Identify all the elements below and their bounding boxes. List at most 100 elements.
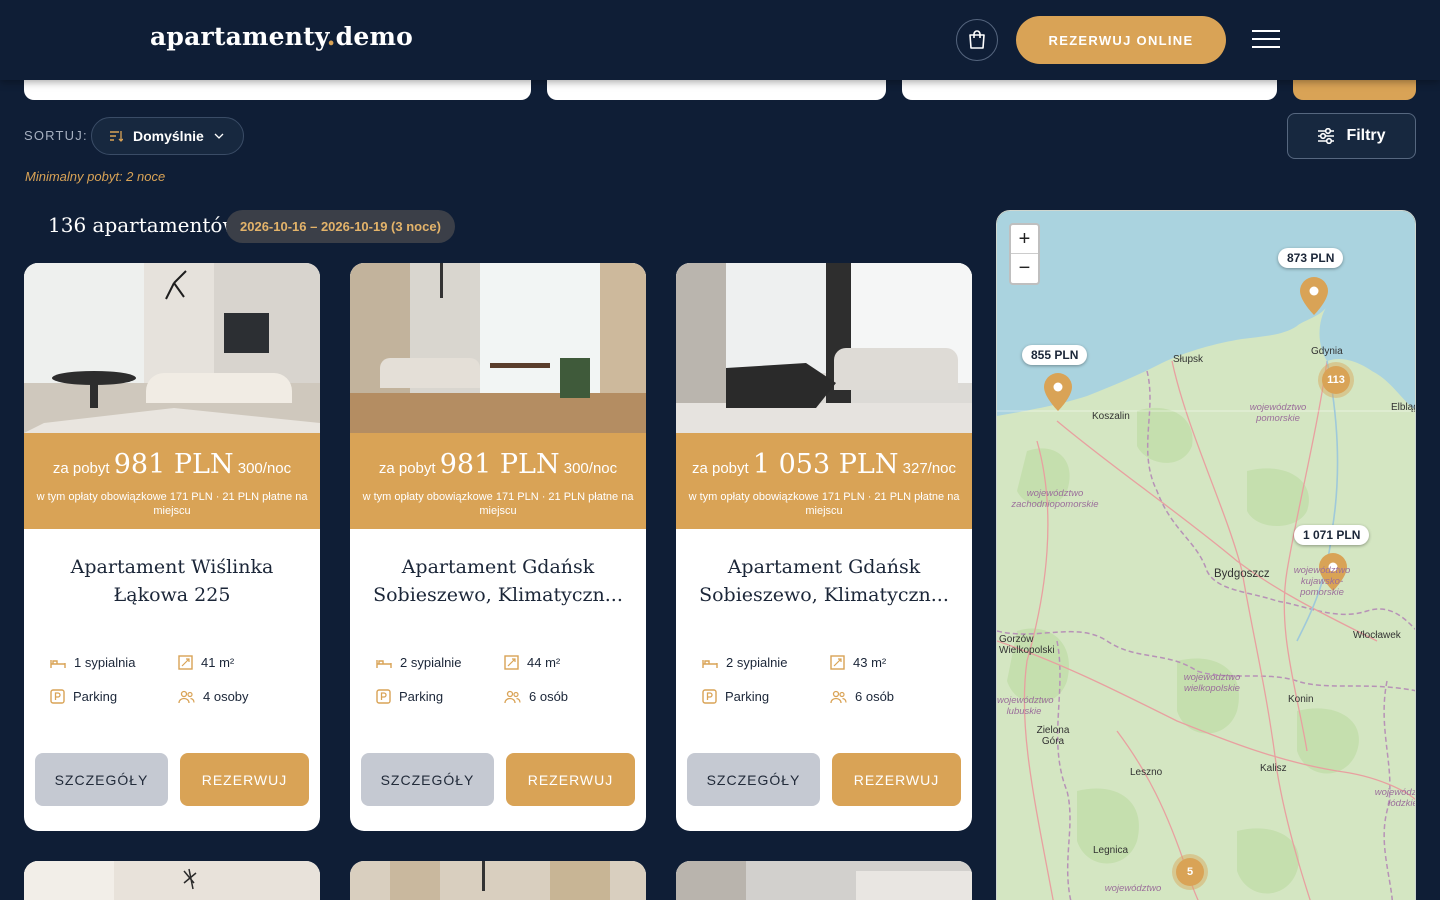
map-place-label: Zielona Góra: [1036, 725, 1070, 747]
sort-label: SORTUJ:: [24, 128, 88, 143]
details-button[interactable]: SZCZEGÓŁY: [361, 753, 494, 806]
site-header: apartamenty.demo REZERWUJ ONLINE: [0, 0, 1440, 80]
book-button[interactable]: REZERWUJ: [506, 753, 635, 806]
map-place-label: Włocławek: [1353, 630, 1401, 641]
parking-icon: [50, 689, 65, 704]
apartment-photo: [24, 263, 320, 433]
apartment-card[interactable]: za pobyt 1 053 PLN 327/noc w tym opłaty o…: [676, 263, 972, 831]
map[interactable]: + − 873 PLN 855 PLN 1 071 PLN 113 5 Słup…: [996, 210, 1416, 900]
feature-bedrooms: 2 sypialnie: [702, 655, 787, 670]
apartment-photo: [350, 263, 646, 433]
book-button[interactable]: REZERWUJ: [832, 753, 961, 806]
feature-area: 44 m²: [504, 655, 560, 670]
apartment-title[interactable]: Apartament Gdańsk Sobieszewo, Klimatyczn.…: [362, 553, 634, 609]
fees-note: w tym opłaty obowiązkowe 171 PLN · 21 PL…: [36, 491, 308, 517]
map-place-label: Kalisz: [1260, 763, 1287, 774]
map-price-pin[interactable]: 855 PLN: [1022, 345, 1088, 365]
feature-parking: Parking: [376, 689, 443, 704]
price-prefix: za pobyt: [691, 460, 749, 477]
guests-icon: [504, 690, 521, 703]
feature-guests: 6 osób: [830, 689, 894, 704]
apartment-card-partial[interactable]: [24, 861, 320, 900]
guests-icon: [178, 690, 195, 703]
total-price: 1 053 PLN: [752, 449, 899, 480]
cart-button[interactable]: [956, 19, 998, 61]
map-region-label: województwo wielkopolskie: [1183, 672, 1241, 694]
price-per-night: 327/noc: [902, 460, 957, 477]
sort-value: Domyślnie: [133, 128, 204, 144]
price-banner: za pobyt 1 053 PLN 327/noc w tym opłaty o…: [676, 433, 972, 529]
map-price-pin[interactable]: 1 071 PLN: [1294, 525, 1370, 545]
apartment-card[interactable]: za pobyt 981 PLN 300/noc w tym opłaty obo…: [24, 263, 320, 831]
details-button[interactable]: SZCZEGÓŁY: [35, 753, 168, 806]
apartment-card[interactable]: za pobyt 981 PLN 300/noc w tym opłaty obo…: [350, 263, 646, 831]
map-place-label: Legnica: [1093, 845, 1129, 856]
feature-guests: 6 osób: [504, 689, 568, 704]
feature-parking: Parking: [702, 689, 769, 704]
parking-icon: [702, 689, 717, 704]
map-place-label: Słupsk: [1173, 354, 1204, 365]
sliders-icon: [1318, 128, 1335, 144]
sort-dropdown[interactable]: Domyślnie: [91, 117, 244, 155]
apartment-photo: [676, 263, 972, 433]
map-region-label: województwo pomorskie: [1249, 402, 1307, 424]
map-place-label: Gdynia: [1311, 346, 1343, 357]
logo[interactable]: apartamenty.demo: [150, 22, 413, 51]
map-price-pin[interactable]: 873 PLN: [1278, 248, 1344, 268]
map-region-label: województwo lubuskie: [997, 695, 1054, 717]
results-count: 136 apartamentów: [48, 213, 240, 237]
price-banner: za pobyt 981 PLN 300/noc w tym opłaty obo…: [24, 433, 320, 529]
bed-icon: [50, 659, 66, 668]
area-icon: [178, 655, 193, 670]
book-online-button[interactable]: REZERWUJ ONLINE: [1016, 16, 1226, 64]
map-zoom-control: + −: [1009, 223, 1040, 285]
map-place-label: Konin: [1288, 694, 1314, 705]
cart-icon: [969, 30, 985, 49]
map-place-label: Gorzów Wielkopolski: [999, 634, 1055, 656]
feature-bedrooms: 2 sypialnie: [376, 655, 461, 670]
date-range-badge: 2026-10-16 – 2026-10-19 (3 noce): [226, 210, 455, 243]
price-prefix: za pobyt: [378, 460, 436, 477]
map-cluster[interactable]: 113: [1322, 366, 1350, 394]
apartment-photo: [676, 861, 972, 900]
feature-bedrooms: 1 sypialnia: [50, 655, 135, 670]
apartment-title[interactable]: Apartament Gdańsk Sobieszewo, Klimatyczn.…: [688, 553, 960, 609]
area-icon: [504, 655, 519, 670]
fees-note: w tym opłaty obowiązkowe 171 PLN · 21 PL…: [688, 491, 960, 517]
price-banner: za pobyt 981 PLN 300/noc w tym opłaty obo…: [350, 433, 646, 529]
feature-parking: Parking: [50, 689, 117, 704]
apartment-card-partial[interactable]: [350, 861, 646, 900]
feature-area: 43 m²: [830, 655, 886, 670]
map-cluster[interactable]: 5: [1176, 858, 1204, 886]
bed-icon: [702, 659, 718, 668]
book-button[interactable]: REZERWUJ: [180, 753, 309, 806]
feature-area: 41 m²: [178, 655, 234, 670]
price-prefix: za pobyt: [52, 460, 110, 477]
apartment-photo: [24, 861, 320, 900]
parking-icon: [376, 689, 391, 704]
total-price: 981 PLN: [439, 449, 560, 480]
map-place-label: Leszno: [1130, 767, 1163, 778]
apartment-photo: [350, 861, 646, 900]
total-price: 981 PLN: [113, 449, 234, 480]
map-place-label: Bydgoszcz: [1214, 568, 1270, 580]
apartment-title[interactable]: Apartament Wiślinka Łąkowa 225: [36, 553, 308, 609]
area-icon: [830, 655, 845, 670]
zoom-out-button[interactable]: −: [1011, 254, 1038, 283]
map-canvas: [997, 211, 1415, 900]
hamburger-menu-button[interactable]: [1252, 28, 1282, 50]
map-region-label: województwo kujawsko-pomorskie: [1293, 565, 1351, 598]
map-region-label: województwo łódzkie: [1374, 787, 1416, 809]
feature-guests: 4 osoby: [178, 689, 249, 704]
chevron-down-icon: [214, 133, 224, 139]
map-place-label: Koszalin: [1092, 411, 1130, 422]
apartment-card-partial[interactable]: [676, 861, 972, 900]
map-region-label: województwo zachodniopomorskie: [1011, 488, 1099, 510]
min-stay-note: Minimalny pobyt: 2 noce: [25, 169, 166, 184]
sort-icon: [110, 131, 123, 142]
details-button[interactable]: SZCZEGÓŁY: [687, 753, 820, 806]
zoom-in-button[interactable]: +: [1011, 225, 1038, 254]
map-region-label: województwo: [1104, 883, 1162, 894]
map-place-label: Elbląg: [1391, 402, 1415, 413]
filters-button[interactable]: Filtry: [1287, 113, 1416, 159]
